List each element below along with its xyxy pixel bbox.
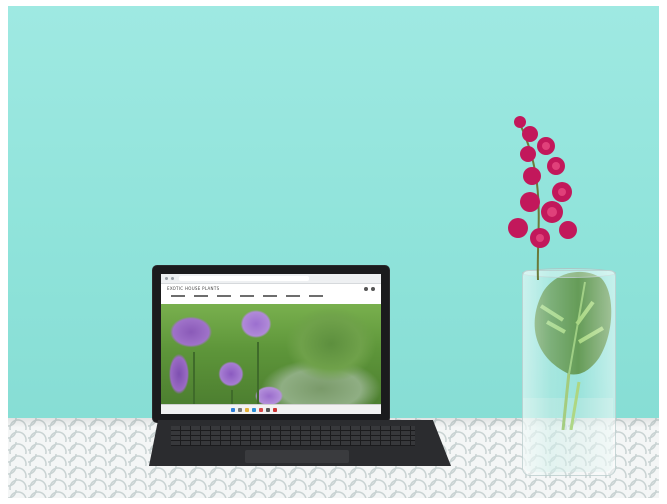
nav-item — [217, 295, 231, 297]
keyboard-cover — [149, 420, 451, 466]
orchid-flowers — [508, 116, 577, 280]
start-icon — [231, 408, 235, 412]
trackpad — [245, 450, 349, 463]
app-icon — [259, 408, 263, 412]
nav-item — [309, 295, 323, 297]
flower-stem — [193, 352, 195, 404]
folder-icon — [245, 408, 249, 412]
browser-icon — [252, 408, 256, 412]
keyboard-keys — [171, 426, 415, 446]
nav-item — [194, 295, 208, 297]
glass-vase — [522, 270, 616, 476]
website-hero-image — [161, 304, 381, 404]
nav-item — [171, 295, 185, 297]
website-title: EXOTIC HOUSE PLANTS — [167, 286, 220, 291]
laptop: EXOTIC HOUSE PLANTS — [149, 266, 453, 476]
browser-forward-icon — [171, 277, 174, 280]
laptop-bezel: EXOTIC HOUSE PLANTS — [153, 266, 389, 422]
flower-stem — [257, 342, 259, 404]
website-header-icons — [364, 287, 375, 291]
nav-item — [240, 295, 254, 297]
nav-item — [286, 295, 300, 297]
app-icon — [273, 408, 277, 412]
app-icon — [266, 408, 270, 412]
browser-toolbar — [161, 274, 381, 284]
taskbar-icons — [231, 408, 277, 412]
cart-icon — [364, 287, 368, 291]
photo-scene: EXOTIC HOUSE PLANTS — [8, 6, 659, 498]
browser-address-bar — [179, 276, 309, 281]
website-nav — [171, 295, 323, 297]
nav-item — [263, 295, 277, 297]
website-header: EXOTIC HOUSE PLANTS — [161, 284, 381, 302]
windows-taskbar — [161, 404, 381, 414]
browser-back-icon — [165, 277, 168, 280]
laptop-screen: EXOTIC HOUSE PLANTS — [161, 274, 381, 414]
flower-stem — [231, 390, 233, 404]
account-icon — [371, 287, 375, 291]
search-icon — [238, 408, 242, 412]
